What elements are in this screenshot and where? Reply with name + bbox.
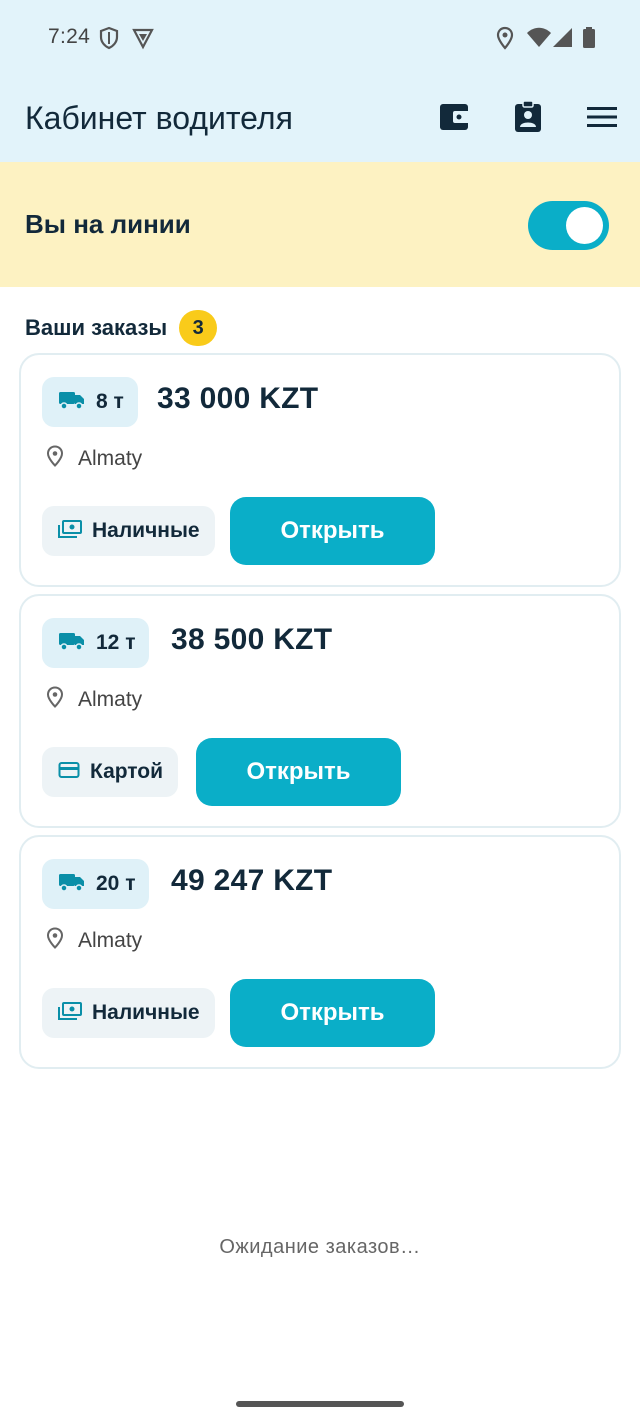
order-price: 38 500 KZT [171, 623, 333, 656]
card-icon [58, 761, 80, 784]
order-price: 49 247 KZT [171, 864, 333, 897]
tonnage-chip: 12 т [42, 618, 150, 668]
location-pin-icon [46, 686, 64, 713]
order-city: Almaty [78, 687, 143, 711]
toggle-knob [566, 207, 603, 244]
shield-icon [98, 26, 120, 55]
menu-button[interactable] [582, 99, 622, 139]
status-time: 7:24 [48, 25, 91, 48]
online-label: Вы на линии [25, 209, 191, 239]
open-order-button[interactable]: Открыть [230, 979, 435, 1047]
order-card: 8 т 33 000 KZT Almaty Наличные Открыть [19, 353, 621, 587]
tonnage-label: 8 т [96, 390, 124, 413]
payment-label: Картой [90, 760, 164, 783]
profile-card-button[interactable] [508, 99, 548, 139]
truck-icon [58, 389, 86, 416]
order-card: 20 т 49 247 KZT Almaty Наличные Открыть [19, 835, 621, 1069]
status-bar: 7:24 [0, 0, 640, 78]
tonnage-label: 12 т [96, 631, 136, 654]
wallet-icon [438, 102, 470, 137]
payment-label: Наличные [92, 1001, 200, 1024]
location-pin-icon [46, 445, 64, 472]
menu-icon [587, 106, 617, 133]
battery-icon [582, 26, 596, 55]
orders-title: Ваши заказы [25, 315, 168, 340]
page-title: Кабинет водителя [25, 100, 293, 136]
tonnage-chip: 8 т [42, 377, 138, 427]
truck-icon [58, 871, 86, 898]
payment-chip: Наличные [42, 988, 215, 1038]
signal-icon [552, 26, 574, 55]
location-icon [496, 26, 514, 55]
vpn-icon [132, 26, 154, 55]
order-location: Almaty [46, 445, 142, 472]
app-bar: Кабинет водителя [0, 78, 640, 162]
payment-label: Наличные [92, 519, 200, 542]
order-city: Almaty [78, 446, 143, 470]
order-price: 33 000 KZT [157, 382, 319, 415]
payment-chip: Картой [42, 747, 179, 797]
orders-header: Ваши заказы 3 [25, 310, 218, 346]
open-order-button[interactable]: Открыть [196, 738, 401, 806]
online-toggle[interactable] [528, 201, 609, 250]
truck-icon [58, 630, 86, 657]
order-card: 12 т 38 500 KZT Almaty Картой Открыть [19, 594, 621, 828]
cash-icon [58, 519, 82, 544]
location-pin-icon [46, 927, 64, 954]
order-city: Almaty [78, 928, 143, 952]
open-order-button[interactable]: Открыть [230, 497, 435, 565]
home-indicator[interactable] [236, 1401, 404, 1407]
wallet-button[interactable] [434, 99, 474, 139]
waiting-status-text: Ожидание заказов… [219, 1236, 421, 1258]
id-card-icon [513, 99, 543, 139]
payment-chip: Наличные [42, 506, 215, 556]
tonnage-chip: 20 т [42, 859, 150, 909]
wifi-icon [526, 26, 552, 55]
tonnage-label: 20 т [96, 872, 136, 895]
order-location: Almaty [46, 686, 142, 713]
orders-count-badge: 3 [179, 310, 218, 346]
order-location: Almaty [46, 927, 142, 954]
cash-icon [58, 1001, 82, 1026]
